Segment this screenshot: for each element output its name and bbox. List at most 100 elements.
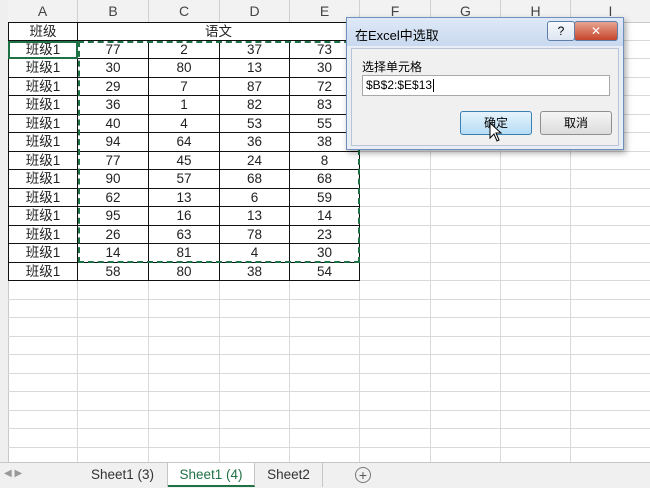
cell-a1[interactable]: 班级 xyxy=(8,22,78,41)
cell-empty[interactable] xyxy=(220,429,290,448)
cell-empty[interactable] xyxy=(220,373,290,392)
cell-empty[interactable] xyxy=(360,281,431,300)
table-cell[interactable]: 班级1 xyxy=(8,96,78,115)
cell-empty[interactable] xyxy=(571,392,650,411)
cell-empty[interactable] xyxy=(149,318,220,337)
cell-b1-e1-merged[interactable]: 语文 xyxy=(78,22,360,41)
cell-empty[interactable] xyxy=(571,318,650,337)
table-cell[interactable]: 2 xyxy=(149,40,220,59)
table-cell[interactable]: 94 xyxy=(78,133,149,152)
table-cell[interactable]: 29 xyxy=(78,77,149,96)
table-cell[interactable]: 23 xyxy=(290,225,360,244)
cell-empty[interactable] xyxy=(501,299,571,318)
cell-empty[interactable] xyxy=(431,392,501,411)
range-input[interactable]: $B$2:$E$13 xyxy=(362,75,610,96)
table-cell[interactable]: 8 xyxy=(290,151,360,170)
cell-empty[interactable] xyxy=(431,281,501,300)
cell-empty[interactable] xyxy=(78,429,149,448)
cell-empty[interactable] xyxy=(78,410,149,429)
tab-scroll-arrows-icon[interactable]: ◀ ▶ xyxy=(4,468,22,479)
table-cell[interactable]: 30 xyxy=(78,59,149,78)
cell-empty[interactable] xyxy=(78,392,149,411)
cell-empty[interactable] xyxy=(571,355,650,374)
cell-empty[interactable] xyxy=(78,299,149,318)
table-cell[interactable]: 45 xyxy=(149,151,220,170)
cell-empty[interactable] xyxy=(501,355,571,374)
cell-empty[interactable] xyxy=(360,447,431,462)
cell-empty[interactable] xyxy=(501,429,571,448)
cell-empty[interactable] xyxy=(360,151,431,170)
table-cell[interactable]: 78 xyxy=(220,225,290,244)
cell-empty[interactable] xyxy=(571,429,650,448)
cell-empty[interactable] xyxy=(8,318,78,337)
table-cell[interactable]: 14 xyxy=(78,244,149,263)
cell-empty[interactable] xyxy=(8,392,78,411)
cell-empty[interactable] xyxy=(571,226,650,244)
cell-empty[interactable] xyxy=(501,225,571,244)
column-header-c[interactable]: C xyxy=(149,0,220,22)
cell-empty[interactable] xyxy=(431,410,501,429)
cell-empty[interactable] xyxy=(220,355,290,374)
table-cell[interactable]: 13 xyxy=(220,207,290,226)
table-cell[interactable]: 80 xyxy=(149,262,220,281)
cell-empty[interactable] xyxy=(220,447,290,462)
column-header-b[interactable]: B xyxy=(78,0,149,22)
table-cell[interactable]: 82 xyxy=(220,96,290,115)
cell-empty[interactable] xyxy=(571,281,650,300)
cell-empty[interactable] xyxy=(360,225,431,244)
cancel-button[interactable]: 取消 xyxy=(540,111,612,135)
cell-empty[interactable] xyxy=(501,318,571,337)
table-cell[interactable]: 26 xyxy=(78,225,149,244)
cell-empty[interactable] xyxy=(501,373,571,392)
cell-empty[interactable] xyxy=(360,244,431,263)
cell-empty[interactable] xyxy=(431,355,501,374)
cell-empty[interactable] xyxy=(571,207,650,226)
close-button[interactable]: ✕ xyxy=(574,21,618,41)
table-cell[interactable]: 班级1 xyxy=(8,114,78,133)
table-cell[interactable]: 7 xyxy=(149,77,220,96)
table-cell[interactable]: 81 xyxy=(149,244,220,263)
cell-empty[interactable] xyxy=(571,189,650,207)
cell-empty[interactable] xyxy=(149,373,220,392)
cell-empty[interactable] xyxy=(360,410,431,429)
cell-empty[interactable] xyxy=(431,429,501,448)
cell-empty[interactable] xyxy=(501,410,571,429)
cell-empty[interactable] xyxy=(360,429,431,448)
cell-empty[interactable] xyxy=(501,170,571,189)
cell-empty[interactable] xyxy=(360,299,431,318)
cell-empty[interactable] xyxy=(149,429,220,448)
cell-empty[interactable] xyxy=(501,392,571,411)
table-cell[interactable]: 36 xyxy=(220,133,290,152)
cell-empty[interactable] xyxy=(220,299,290,318)
table-cell[interactable]: 班级1 xyxy=(8,133,78,152)
cell-empty[interactable] xyxy=(290,392,360,411)
table-cell[interactable]: 58 xyxy=(78,262,149,281)
cell-empty[interactable] xyxy=(360,392,431,411)
table-cell[interactable]: 57 xyxy=(149,170,220,189)
cell-empty[interactable] xyxy=(571,411,650,429)
cell-empty[interactable] xyxy=(431,170,501,189)
cell-empty[interactable] xyxy=(149,447,220,462)
cell-empty[interactable] xyxy=(149,299,220,318)
cell-empty[interactable] xyxy=(501,207,571,226)
cell-empty[interactable] xyxy=(360,318,431,337)
cell-empty[interactable] xyxy=(149,410,220,429)
table-cell[interactable]: 班级1 xyxy=(8,262,78,281)
cell-empty[interactable] xyxy=(8,281,78,300)
table-cell[interactable]: 77 xyxy=(78,151,149,170)
table-cell[interactable]: 6 xyxy=(220,188,290,207)
cell-empty[interactable] xyxy=(220,281,290,300)
table-cell[interactable]: 班级1 xyxy=(8,77,78,96)
cell-empty[interactable] xyxy=(571,263,650,281)
cell-empty[interactable] xyxy=(431,262,501,281)
table-cell[interactable]: 87 xyxy=(220,77,290,96)
cell-empty[interactable] xyxy=(501,281,571,300)
cell-empty[interactable] xyxy=(431,207,501,226)
cell-empty[interactable] xyxy=(571,170,650,189)
cell-empty[interactable] xyxy=(360,262,431,281)
table-cell[interactable]: 14 xyxy=(290,207,360,226)
table-cell[interactable]: 班级1 xyxy=(8,170,78,189)
cell-empty[interactable] xyxy=(290,281,360,300)
table-cell[interactable]: 班级1 xyxy=(8,225,78,244)
cell-empty[interactable] xyxy=(360,170,431,189)
